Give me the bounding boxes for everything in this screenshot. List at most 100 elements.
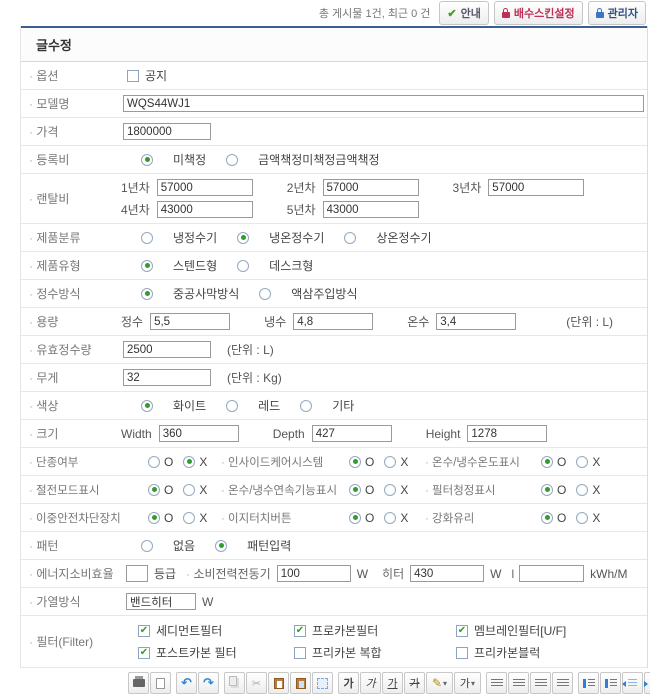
rental-year5-input[interactable] xyxy=(323,201,419,218)
radio-icon[interactable] xyxy=(349,456,361,468)
radio-icon[interactable] xyxy=(141,260,153,272)
radio-icon[interactable] xyxy=(141,232,153,244)
underline-button[interactable]: 가 xyxy=(382,672,403,694)
capacity-pure-input[interactable] xyxy=(150,313,230,330)
radio-icon[interactable] xyxy=(384,456,396,468)
notice-checkbox-option[interactable]: 공지 xyxy=(127,67,167,84)
radio-icon[interactable] xyxy=(148,456,160,468)
filter-pre-carbon-block-option[interactable]: 프리카본블럭 xyxy=(456,644,566,661)
radio-icon[interactable] xyxy=(576,512,588,524)
radio-icon[interactable] xyxy=(148,512,160,524)
method-option-injection[interactable]: 액삼주입방식 xyxy=(259,285,357,302)
ptype-option-stand[interactable]: 스텐드형 xyxy=(141,257,217,274)
select-all-button[interactable] xyxy=(312,672,333,694)
pattern-option-none[interactable]: 없음 xyxy=(141,537,195,554)
radio-icon[interactable] xyxy=(215,540,227,552)
power-save-ox-group[interactable]: O X xyxy=(148,483,221,497)
checkbox-icon[interactable] xyxy=(294,647,306,659)
color-option-white[interactable]: 화이트 xyxy=(141,397,206,414)
unordered-list-button[interactable] xyxy=(600,672,621,694)
regfee-option-priced[interactable]: 금액책정미책정금액책정 xyxy=(226,151,379,168)
ordered-list-button[interactable] xyxy=(578,672,599,694)
continuous-function-ox-group[interactable]: O X xyxy=(349,483,425,497)
print-button[interactable] xyxy=(128,672,149,694)
rental-year1-input[interactable] xyxy=(157,179,253,196)
radio-icon[interactable] xyxy=(226,400,238,412)
radio-icon[interactable] xyxy=(541,456,553,468)
rental-year2-input[interactable] xyxy=(323,179,419,196)
radio-icon[interactable] xyxy=(576,456,588,468)
radio-icon[interactable] xyxy=(183,484,195,496)
color-option-other[interactable]: 기타 xyxy=(300,397,354,414)
size-height-input[interactable] xyxy=(467,425,547,442)
radio-icon[interactable] xyxy=(183,456,195,468)
radio-icon[interactable] xyxy=(237,260,249,272)
radio-icon[interactable] xyxy=(300,400,312,412)
tempered-glass-ox-group[interactable]: O X xyxy=(541,511,647,525)
align-center-button[interactable] xyxy=(508,672,529,694)
italic-button[interactable]: 가 xyxy=(360,672,381,694)
radio-icon[interactable] xyxy=(576,484,588,496)
capacity-hot-input[interactable] xyxy=(436,313,516,330)
radio-icon[interactable] xyxy=(141,288,153,300)
rental-year4-input[interactable] xyxy=(157,201,253,218)
energy-heater-input[interactable] xyxy=(410,565,484,582)
radio-icon[interactable] xyxy=(148,484,160,496)
category-option-cold[interactable]: 냉정수기 xyxy=(141,229,217,246)
discontinued-ox-group[interactable]: O X xyxy=(148,455,221,469)
align-right-button[interactable] xyxy=(530,672,551,694)
paste-button[interactable] xyxy=(268,672,289,694)
checkbox-icon[interactable] xyxy=(456,647,468,659)
checkbox-icon[interactable] xyxy=(138,647,150,659)
temp-display-ox-group[interactable]: O X xyxy=(541,455,647,469)
filter-sediment-option[interactable]: 세디먼트필터 xyxy=(138,622,294,639)
checkbox-icon[interactable] xyxy=(294,625,306,637)
new-document-button[interactable] xyxy=(150,672,171,694)
filter-clean-ox-group[interactable]: O X xyxy=(541,483,647,497)
heating-method-input[interactable] xyxy=(126,593,196,610)
ptype-option-desk[interactable]: 데스크형 xyxy=(237,257,313,274)
radio-icon[interactable] xyxy=(349,484,361,496)
indent-button[interactable] xyxy=(644,672,650,694)
outdent-button[interactable] xyxy=(622,672,643,694)
rental-year3-input[interactable] xyxy=(488,179,584,196)
radio-icon[interactable] xyxy=(349,512,361,524)
price-input[interactable] xyxy=(123,123,211,140)
filter-post-carbon-option[interactable]: 포스트카본 필터 xyxy=(138,644,294,661)
effective-capacity-input[interactable] xyxy=(123,341,211,358)
radio-icon[interactable] xyxy=(237,232,249,244)
filter-pre-carbon-composite-option[interactable]: 프리카본 복합 xyxy=(294,644,456,661)
radio-icon[interactable] xyxy=(226,154,238,166)
radio-icon[interactable] xyxy=(384,512,396,524)
undo-button[interactable]: ↶ xyxy=(176,672,197,694)
energy-extra-input[interactable] xyxy=(519,565,584,582)
checkbox-icon[interactable] xyxy=(456,625,468,637)
regfee-option-unset[interactable]: 미책정 xyxy=(141,151,206,168)
copy-button[interactable] xyxy=(224,672,245,694)
bold-button[interactable]: 가 xyxy=(338,672,359,694)
redo-button[interactable]: ↷ xyxy=(198,672,219,694)
checkbox-icon[interactable] xyxy=(127,70,139,82)
weight-input[interactable] xyxy=(123,369,211,386)
admin-button[interactable]: 관리자 xyxy=(588,1,646,25)
radio-icon[interactable] xyxy=(344,232,356,244)
size-depth-input[interactable] xyxy=(312,425,392,442)
radio-icon[interactable] xyxy=(541,512,553,524)
category-option-cold-hot[interactable]: 냉온정수기 xyxy=(237,229,324,246)
align-justify-button[interactable] xyxy=(552,672,573,694)
radio-icon[interactable] xyxy=(183,512,195,524)
double-safety-ox-group[interactable]: O X xyxy=(148,511,221,525)
capacity-cold-input[interactable] xyxy=(293,313,373,330)
align-left-button[interactable] xyxy=(486,672,507,694)
radio-icon[interactable] xyxy=(141,540,153,552)
category-option-room-temp[interactable]: 상온정수기 xyxy=(344,229,431,246)
easy-touch-ox-group[interactable]: O X xyxy=(349,511,425,525)
checkbox-icon[interactable] xyxy=(138,625,150,637)
skin-settings-button[interactable]: 배수스킨설정 xyxy=(494,1,583,25)
energy-motor-input[interactable] xyxy=(277,565,351,582)
size-width-input[interactable] xyxy=(159,425,239,442)
energy-grade-input[interactable] xyxy=(126,565,148,582)
radio-icon[interactable] xyxy=(541,484,553,496)
radio-icon[interactable] xyxy=(384,484,396,496)
strikethrough-button[interactable]: 가 xyxy=(404,672,425,694)
